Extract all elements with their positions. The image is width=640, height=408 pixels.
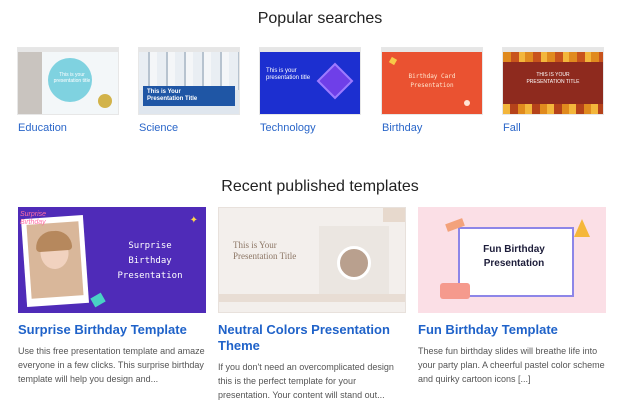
- template-card-fun-birthday[interactable]: Fun Birthday Presentation Fun Birthday T…: [418, 207, 606, 386]
- technology-thumb-title: This is your presentation title: [266, 68, 311, 81]
- technology-thumbnail[interactable]: This is your presentation title: [260, 48, 360, 114]
- education-thumb-title: This is your presentation title: [53, 72, 91, 84]
- science-lab-photo: [139, 52, 239, 90]
- surprise-thumb-title: Surprise Birthday Presentation: [117, 241, 183, 281]
- party-hat: [574, 219, 590, 237]
- education-leaf: [98, 94, 112, 108]
- template-title[interactable]: Fun Birthday Template: [418, 322, 606, 338]
- surprise-birthday-thumbnail[interactable]: Surprise Birthday Surprise Birthday Pres…: [18, 207, 206, 313]
- coffee-photo: [319, 226, 389, 296]
- fall-leaves-top: [503, 52, 603, 62]
- fun-thumb-title: Fun Birthday Presentation: [483, 244, 545, 269]
- fall-thumb-title: THIS IS YOUR PRESENTATION TITLE: [526, 72, 580, 85]
- fall-leaves-bottom: [503, 104, 603, 114]
- beige-block: [383, 208, 405, 222]
- birthday-confetti-1: [388, 56, 398, 66]
- category-card-science[interactable]: This is Your Presentation Title Science: [139, 48, 241, 134]
- birthday-thumb-title: Birthday Card Presentation: [408, 73, 456, 89]
- birthday-thumbnail[interactable]: Birthday Card Presentation: [382, 48, 482, 114]
- template-card-neutral-colors[interactable]: This is Your Presentation Title Neutral …: [218, 207, 406, 402]
- template-title[interactable]: Neutral Colors Presentation Theme: [218, 322, 406, 354]
- cake: [440, 283, 470, 299]
- coffee-cup: [337, 246, 371, 280]
- template-description: If you don't need an overcomplicated des…: [218, 362, 394, 400]
- neutral-thumb-title: This is Your Presentation Title: [233, 240, 297, 261]
- recent-templates-heading: Recent published templates: [221, 178, 419, 195]
- template-title[interactable]: Surprise Birthday Template: [18, 322, 206, 338]
- girl-photo: [26, 221, 84, 299]
- sticker-label: Surprise Birthday: [20, 211, 47, 226]
- category-label-technology[interactable]: Technology: [260, 122, 362, 134]
- bottom-stripe: [219, 294, 405, 302]
- template-description: These fun birthday slides will breathe l…: [418, 346, 605, 384]
- science-thumbnail[interactable]: This is Your Presentation Title: [139, 48, 239, 114]
- template-description: Use this free presentation template and …: [18, 346, 205, 384]
- category-label-fall[interactable]: Fall: [503, 122, 605, 134]
- party-horn: [90, 292, 106, 308]
- category-card-education[interactable]: This is your presentation title Educatio…: [18, 48, 120, 134]
- science-thumb-title: This is Your Presentation Title: [147, 89, 198, 102]
- girl-hair: [35, 229, 73, 253]
- neutral-colors-thumbnail[interactable]: This is Your Presentation Title: [218, 207, 406, 313]
- technology-iso-cube: [316, 62, 354, 100]
- template-card-surprise-birthday[interactable]: Surprise Birthday Surprise Birthday Pres…: [18, 207, 206, 386]
- category-label-birthday[interactable]: Birthday: [382, 122, 484, 134]
- category-card-fall[interactable]: THIS IS YOUR PRESENTATION TITLE Fall: [503, 48, 605, 134]
- category-label-education[interactable]: Education: [18, 122, 120, 134]
- fun-birthday-thumbnail[interactable]: Fun Birthday Presentation: [418, 207, 606, 313]
- education-thumbnail[interactable]: This is your presentation title: [18, 48, 118, 114]
- star-decoration: ✦: [189, 215, 198, 226]
- category-label-science[interactable]: Science: [139, 122, 241, 134]
- category-card-birthday[interactable]: Birthday Card Presentation Birthday: [382, 48, 484, 134]
- popular-searches-heading: Popular searches: [257, 10, 383, 27]
- birthday-confetti-2: [464, 100, 470, 106]
- education-photo: [18, 52, 42, 114]
- fall-thumbnail[interactable]: THIS IS YOUR PRESENTATION TITLE: [503, 48, 603, 114]
- category-card-technology[interactable]: This is your presentation title Technolo…: [260, 48, 362, 134]
